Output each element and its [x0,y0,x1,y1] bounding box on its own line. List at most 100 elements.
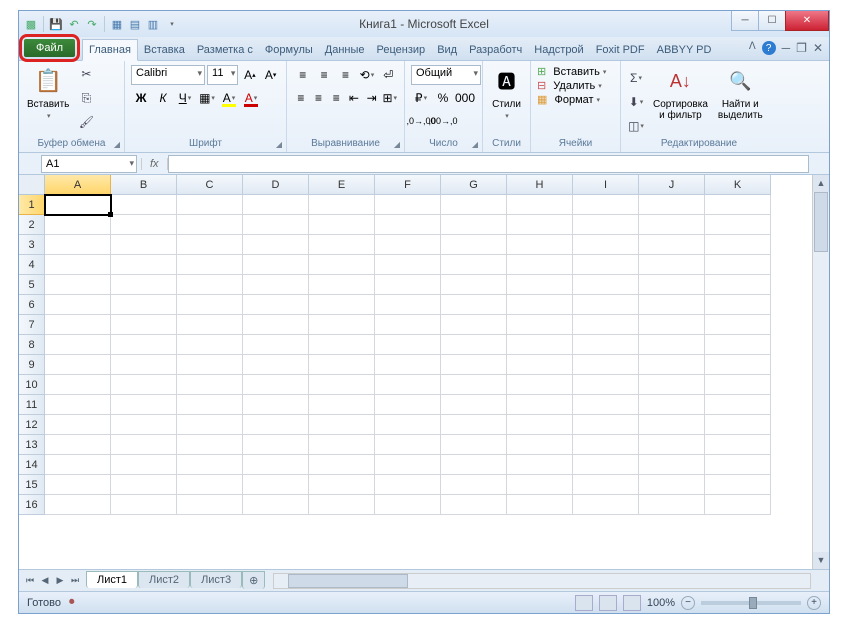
cell[interactable] [507,415,573,435]
tab-developer[interactable]: Разработч [463,40,528,60]
copy-icon[interactable]: ⎘ [75,87,97,109]
cell[interactable] [309,335,375,355]
cell[interactable] [177,275,243,295]
cell[interactable] [507,395,573,415]
cell[interactable] [573,375,639,395]
cell[interactable] [441,435,507,455]
cell[interactable] [45,275,111,295]
help-icon[interactable]: ? [762,41,776,55]
zoom-level[interactable]: 100% [647,597,675,609]
cell[interactable] [177,255,243,275]
clear-icon[interactable]: ◫▾ [625,115,647,137]
cell[interactable] [309,355,375,375]
cell[interactable] [45,195,111,215]
cell[interactable] [111,235,177,255]
cell[interactable] [705,395,771,415]
cell[interactable] [45,415,111,435]
cell[interactable] [441,235,507,255]
cell[interactable] [111,415,177,435]
percent-icon[interactable]: % [433,88,453,108]
col-header[interactable]: B [111,175,177,195]
cell[interactable] [375,355,441,375]
cell[interactable] [243,315,309,335]
cell[interactable] [309,415,375,435]
col-header[interactable]: G [441,175,507,195]
cell[interactable] [441,255,507,275]
zoom-thumb[interactable] [749,597,757,609]
cell[interactable] [639,475,705,495]
row-header[interactable]: 13 [19,435,45,455]
font-launcher-icon[interactable]: ◢ [276,140,282,149]
cell[interactable] [111,395,177,415]
cell[interactable] [507,475,573,495]
tab-abbyy[interactable]: ABBYY PD [651,40,718,60]
cell[interactable] [441,295,507,315]
doc-restore-icon[interactable]: ❐ [796,41,807,55]
cell[interactable] [45,315,111,335]
cell[interactable] [45,375,111,395]
doc-close-icon[interactable]: ✕ [813,41,823,55]
cell[interactable] [441,475,507,495]
cell[interactable] [441,395,507,415]
cell[interactable] [177,235,243,255]
cell[interactable] [375,215,441,235]
number-launcher-icon[interactable]: ◢ [472,140,478,149]
bold-button[interactable]: Ж [131,88,151,108]
cell[interactable] [705,235,771,255]
cell[interactable] [573,335,639,355]
italic-button[interactable]: К [153,88,173,108]
autosum-icon[interactable]: Σ▾ [625,67,647,89]
col-header[interactable]: C [177,175,243,195]
cell[interactable] [507,295,573,315]
formula-input[interactable] [168,155,809,173]
format-painter-icon[interactable]: 🖌 [75,111,97,133]
cell[interactable] [507,375,573,395]
cell[interactable] [441,195,507,215]
cell[interactable] [309,275,375,295]
alignment-launcher-icon[interactable]: ◢ [394,140,400,149]
cell[interactable] [507,435,573,455]
currency-icon[interactable]: ₽▾ [411,88,431,108]
row-header[interactable]: 1 [19,195,45,215]
cell[interactable] [45,475,111,495]
insert-cells-button[interactable]: ⊞ Вставить▾ [537,65,614,78]
font-color-icon[interactable]: A▾ [241,88,261,108]
cell[interactable] [243,375,309,395]
cell[interactable] [309,255,375,275]
cell[interactable] [441,275,507,295]
align-top-icon[interactable]: ≡ [293,65,312,85]
redo-icon[interactable]: ↷ [84,16,100,32]
cell[interactable] [243,275,309,295]
sort-filter-button[interactable]: A↓ Сортировка и фильтр [649,63,712,123]
cell[interactable] [573,415,639,435]
cell[interactable] [309,215,375,235]
row-header[interactable]: 8 [19,335,45,355]
cell[interactable] [507,335,573,355]
cell[interactable] [243,195,309,215]
cell[interactable] [573,435,639,455]
comma-icon[interactable]: 000 [455,88,475,108]
align-right-icon[interactable]: ≡ [328,88,344,108]
cell[interactable] [573,475,639,495]
cell[interactable] [573,455,639,475]
file-tab[interactable]: Файл [24,39,75,57]
border-icon[interactable]: ▦▾ [197,88,217,108]
cell[interactable] [243,455,309,475]
maximize-button[interactable]: ☐ [758,11,786,31]
cell[interactable] [573,395,639,415]
cell[interactable] [705,475,771,495]
col-header[interactable]: E [309,175,375,195]
cell[interactable] [705,415,771,435]
cell[interactable] [507,255,573,275]
tab-addins[interactable]: Надстрой [528,40,589,60]
col-header[interactable]: F [375,175,441,195]
undo-icon[interactable]: ↶ [66,16,82,32]
view-pagebreak-icon[interactable] [623,595,641,611]
cell[interactable] [243,255,309,275]
qat-customize-icon[interactable]: ▾ [164,16,180,32]
row-header[interactable]: 9 [19,355,45,375]
cell[interactable] [111,295,177,315]
cell[interactable] [309,315,375,335]
cell[interactable] [45,435,111,455]
cell[interactable] [705,435,771,455]
